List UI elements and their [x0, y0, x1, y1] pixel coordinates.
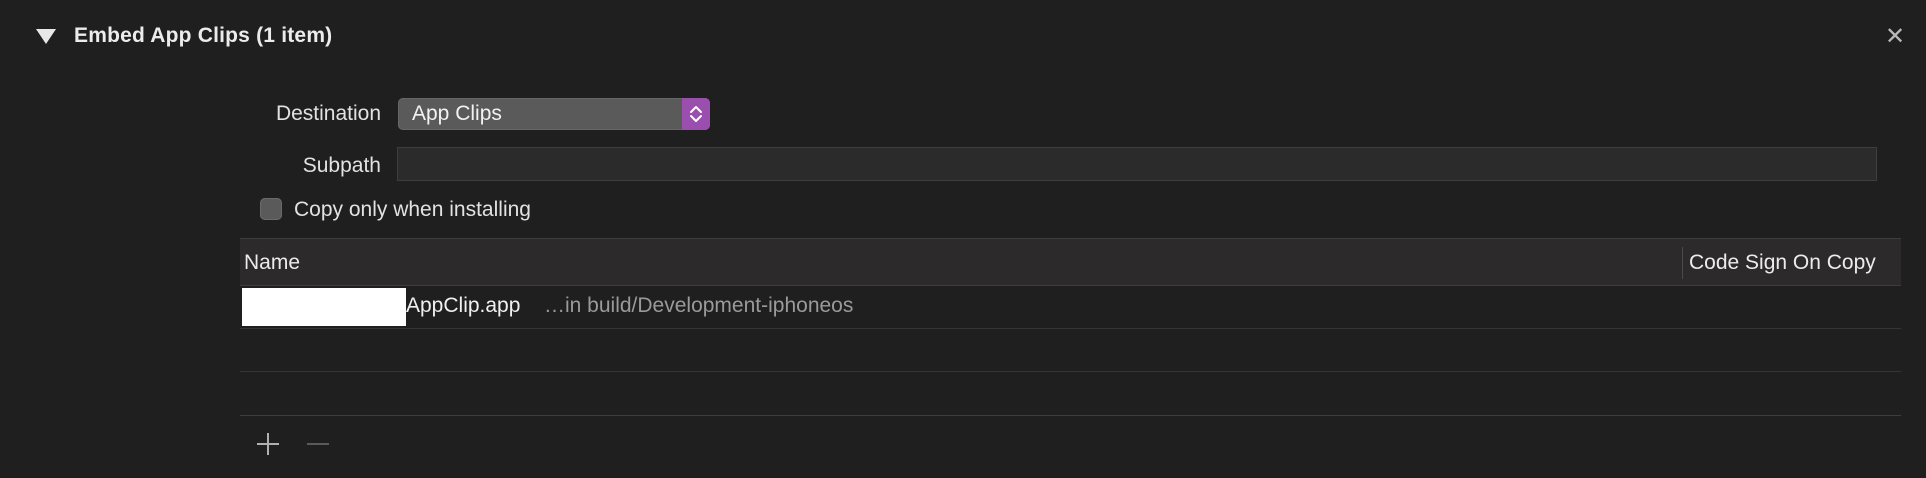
column-divider[interactable] — [1682, 247, 1683, 279]
close-icon[interactable]: ✕ — [1882, 24, 1908, 50]
minus-icon — [307, 443, 329, 445]
popup-stepper — [682, 98, 710, 130]
destination-popup-button[interactable]: App Clips — [398, 98, 710, 130]
chevron-up-down-icon — [690, 106, 702, 122]
build-phase-title[interactable]: Embed App Clips (1 item) — [74, 24, 332, 48]
build-phase-panel: Embed App Clips (1 item) ✕ Destination A… — [0, 0, 1926, 478]
destination-label: Destination — [275, 102, 381, 125]
table-header: Name Code Sign On Copy — [240, 238, 1901, 286]
table-row-empty — [240, 372, 1901, 416]
table-row[interactable]: AppClip.app …in build/Development-iphone… — [240, 286, 1901, 329]
subpath-input[interactable] — [397, 147, 1877, 181]
copy-only-label[interactable]: Copy only when installing — [294, 198, 531, 222]
disclosure-triangle-down-icon[interactable] — [36, 29, 56, 44]
plus-icon — [257, 433, 279, 455]
remove-item-button[interactable] — [306, 432, 330, 456]
files-table: Name Code Sign On Copy AppClip.app …in b… — [240, 238, 1901, 420]
copy-only-checkbox[interactable] — [260, 198, 282, 220]
file-location: …in build/Development-iphoneos — [544, 294, 854, 317]
redacted-region — [242, 288, 406, 326]
add-item-button[interactable] — [256, 432, 280, 456]
column-header-name[interactable]: Name — [244, 251, 300, 275]
subpath-label: Subpath — [302, 154, 381, 177]
destination-value: App Clips — [412, 102, 502, 125]
table-row-empty — [240, 329, 1901, 372]
column-header-code-sign-on-copy[interactable]: Code Sign On Copy — [1689, 251, 1876, 275]
file-name: AppClip.app — [406, 294, 521, 317]
